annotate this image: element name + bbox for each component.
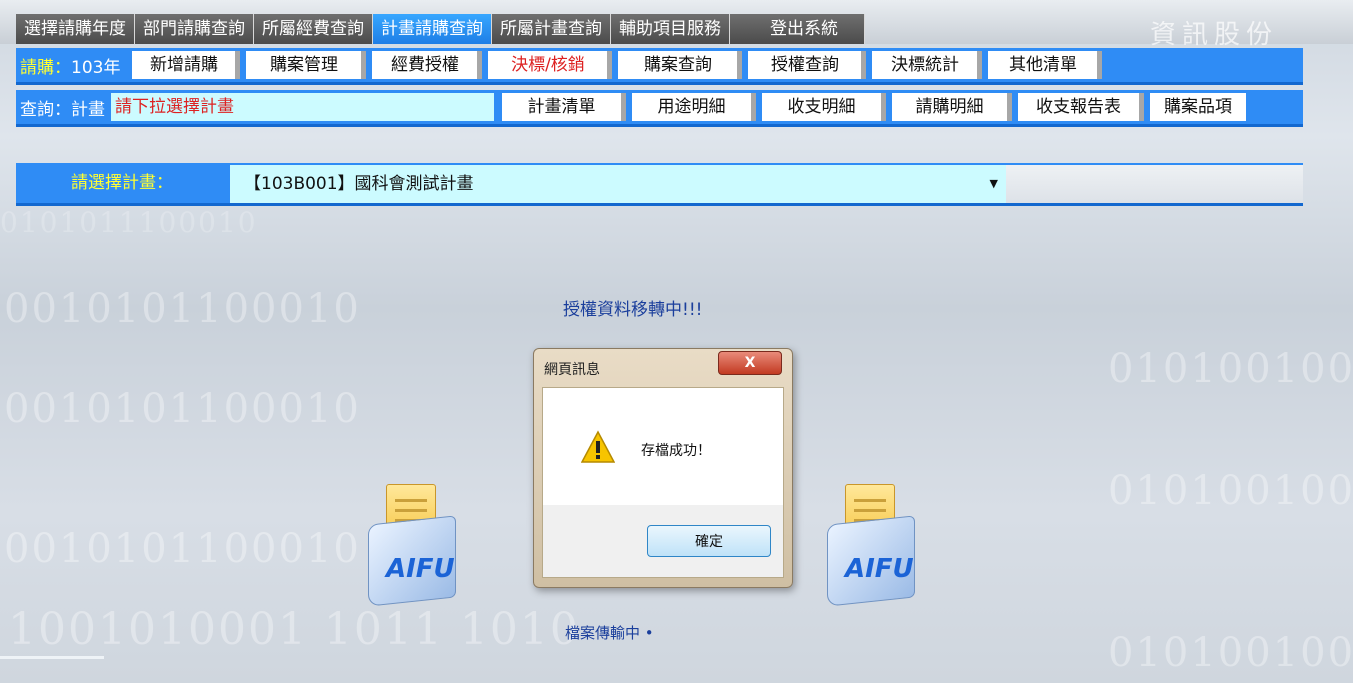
tab-funds-query[interactable]: 所屬經費查詢 [254, 14, 373, 44]
usage-detail-button[interactable]: 用途明細 [632, 93, 756, 121]
folder-icon: AIFU [823, 482, 919, 607]
plan-placeholder: 請下拉選擇計畫 [111, 93, 494, 121]
plan-select-value: 【103B001】國科會測試計畫 [244, 174, 474, 194]
income-report-button[interactable]: 收支報告表 [1018, 93, 1144, 121]
message-dialog: 網頁訊息 X 存檔成功！ 確定 [533, 348, 793, 588]
query-toolbar: 查詢：計畫 請下拉選擇計畫 計畫清單 用途明細 收支明細 請購明細 收支報告表 … [16, 90, 1303, 127]
transfer-status: 檔案傳輸中 • [565, 624, 654, 642]
tab-select-year[interactable]: 選擇請購年度 [16, 14, 135, 44]
award-stats-button[interactable]: 決標統計 [872, 51, 983, 79]
tab-dept-purchase[interactable]: 部門請購查詢 [135, 14, 254, 44]
dialog-footer: 確定 [542, 505, 784, 578]
plan-select-label: 請選擇計畫： [71, 173, 173, 193]
close-icon[interactable]: X [718, 351, 782, 375]
tab-plan-purchase[interactable]: 計畫請購查詢 [373, 14, 492, 44]
query-label: 查詢：計畫 [20, 99, 105, 120]
purchase-manage-button[interactable]: 購案管理 [246, 51, 367, 79]
purchase-year: 103年 [71, 57, 121, 78]
background-digits: 0101001001 [1108, 346, 1353, 392]
folder-logo: AIFU [386, 554, 455, 584]
income-expense-detail-button[interactable]: 收支明細 [762, 93, 886, 121]
new-purchase-button[interactable]: 新增請購 [132, 51, 241, 79]
dialog-title: 網頁訊息 [544, 362, 600, 378]
purchase-toolbar: 請購：103年 新增請購 購案管理 經費授權 決標/核銷 購案查詢 授權查詢 決… [16, 48, 1303, 85]
background-digits: 1001010001 1011 1010 [8, 604, 580, 655]
purchase-detail-button[interactable]: 請購明細 [892, 93, 1012, 121]
plan-select-dropdown[interactable]: 【103B001】國科會測試計畫 ▼ [230, 165, 1006, 203]
brand-text: 資訊股份 [1150, 20, 1279, 50]
folder-icon: AIFU [364, 482, 460, 607]
dropdown-arrow-icon: ▼ [989, 177, 998, 190]
plan-select-row: 請選擇計畫： 【103B001】國科會測試計畫 ▼ [16, 163, 1303, 206]
plan-select-tail [1006, 165, 1303, 203]
other-list-button[interactable]: 其他清單 [988, 51, 1103, 79]
dialog-body: 存檔成功！ [542, 387, 784, 507]
main-tabs: 選擇請購年度 部門請購查詢 所屬經費查詢 計畫請購查詢 所屬計畫查詢 輔助項目服… [16, 14, 865, 44]
background-digits: 0101001001 [1108, 468, 1353, 514]
background-digits: 0010101100010 [4, 386, 361, 432]
folder-logo: AIFU [845, 554, 914, 584]
background-digits: 0101011100010 [0, 206, 258, 239]
purchase-items-button[interactable]: 購案品項 [1150, 93, 1246, 121]
purchase-query-button[interactable]: 購案查詢 [618, 51, 743, 79]
status-message: 授權資料移轉中!!! [563, 300, 703, 320]
award-writeoff-button[interactable]: 決標/核銷 [488, 51, 613, 79]
tab-logout[interactable]: 登出系統 [730, 14, 865, 44]
background-digits: 0010101100010 [4, 286, 361, 332]
tab-support-services[interactable]: 輔助項目服務 [611, 14, 730, 44]
ok-button[interactable]: 確定 [647, 525, 771, 557]
auth-query-button[interactable]: 授權查詢 [748, 51, 867, 79]
background-digits: 0101001001 [1108, 630, 1353, 676]
dialog-message: 存檔成功！ [641, 443, 711, 459]
background-digits: 0010101100010 [4, 526, 361, 572]
funding-auth-button[interactable]: 經費授權 [372, 51, 483, 79]
tab-plan-query[interactable]: 所屬計畫查詢 [492, 14, 611, 44]
warning-icon [581, 430, 615, 463]
top-bar: 資訊股份 選擇請購年度 部門請購查詢 所屬經費查詢 計畫請購查詢 所屬計畫查詢 … [0, 0, 1353, 50]
divider [0, 656, 104, 659]
purchase-label: 請購：103年 [20, 57, 121, 78]
plan-list-button[interactable]: 計畫清單 [502, 93, 626, 121]
